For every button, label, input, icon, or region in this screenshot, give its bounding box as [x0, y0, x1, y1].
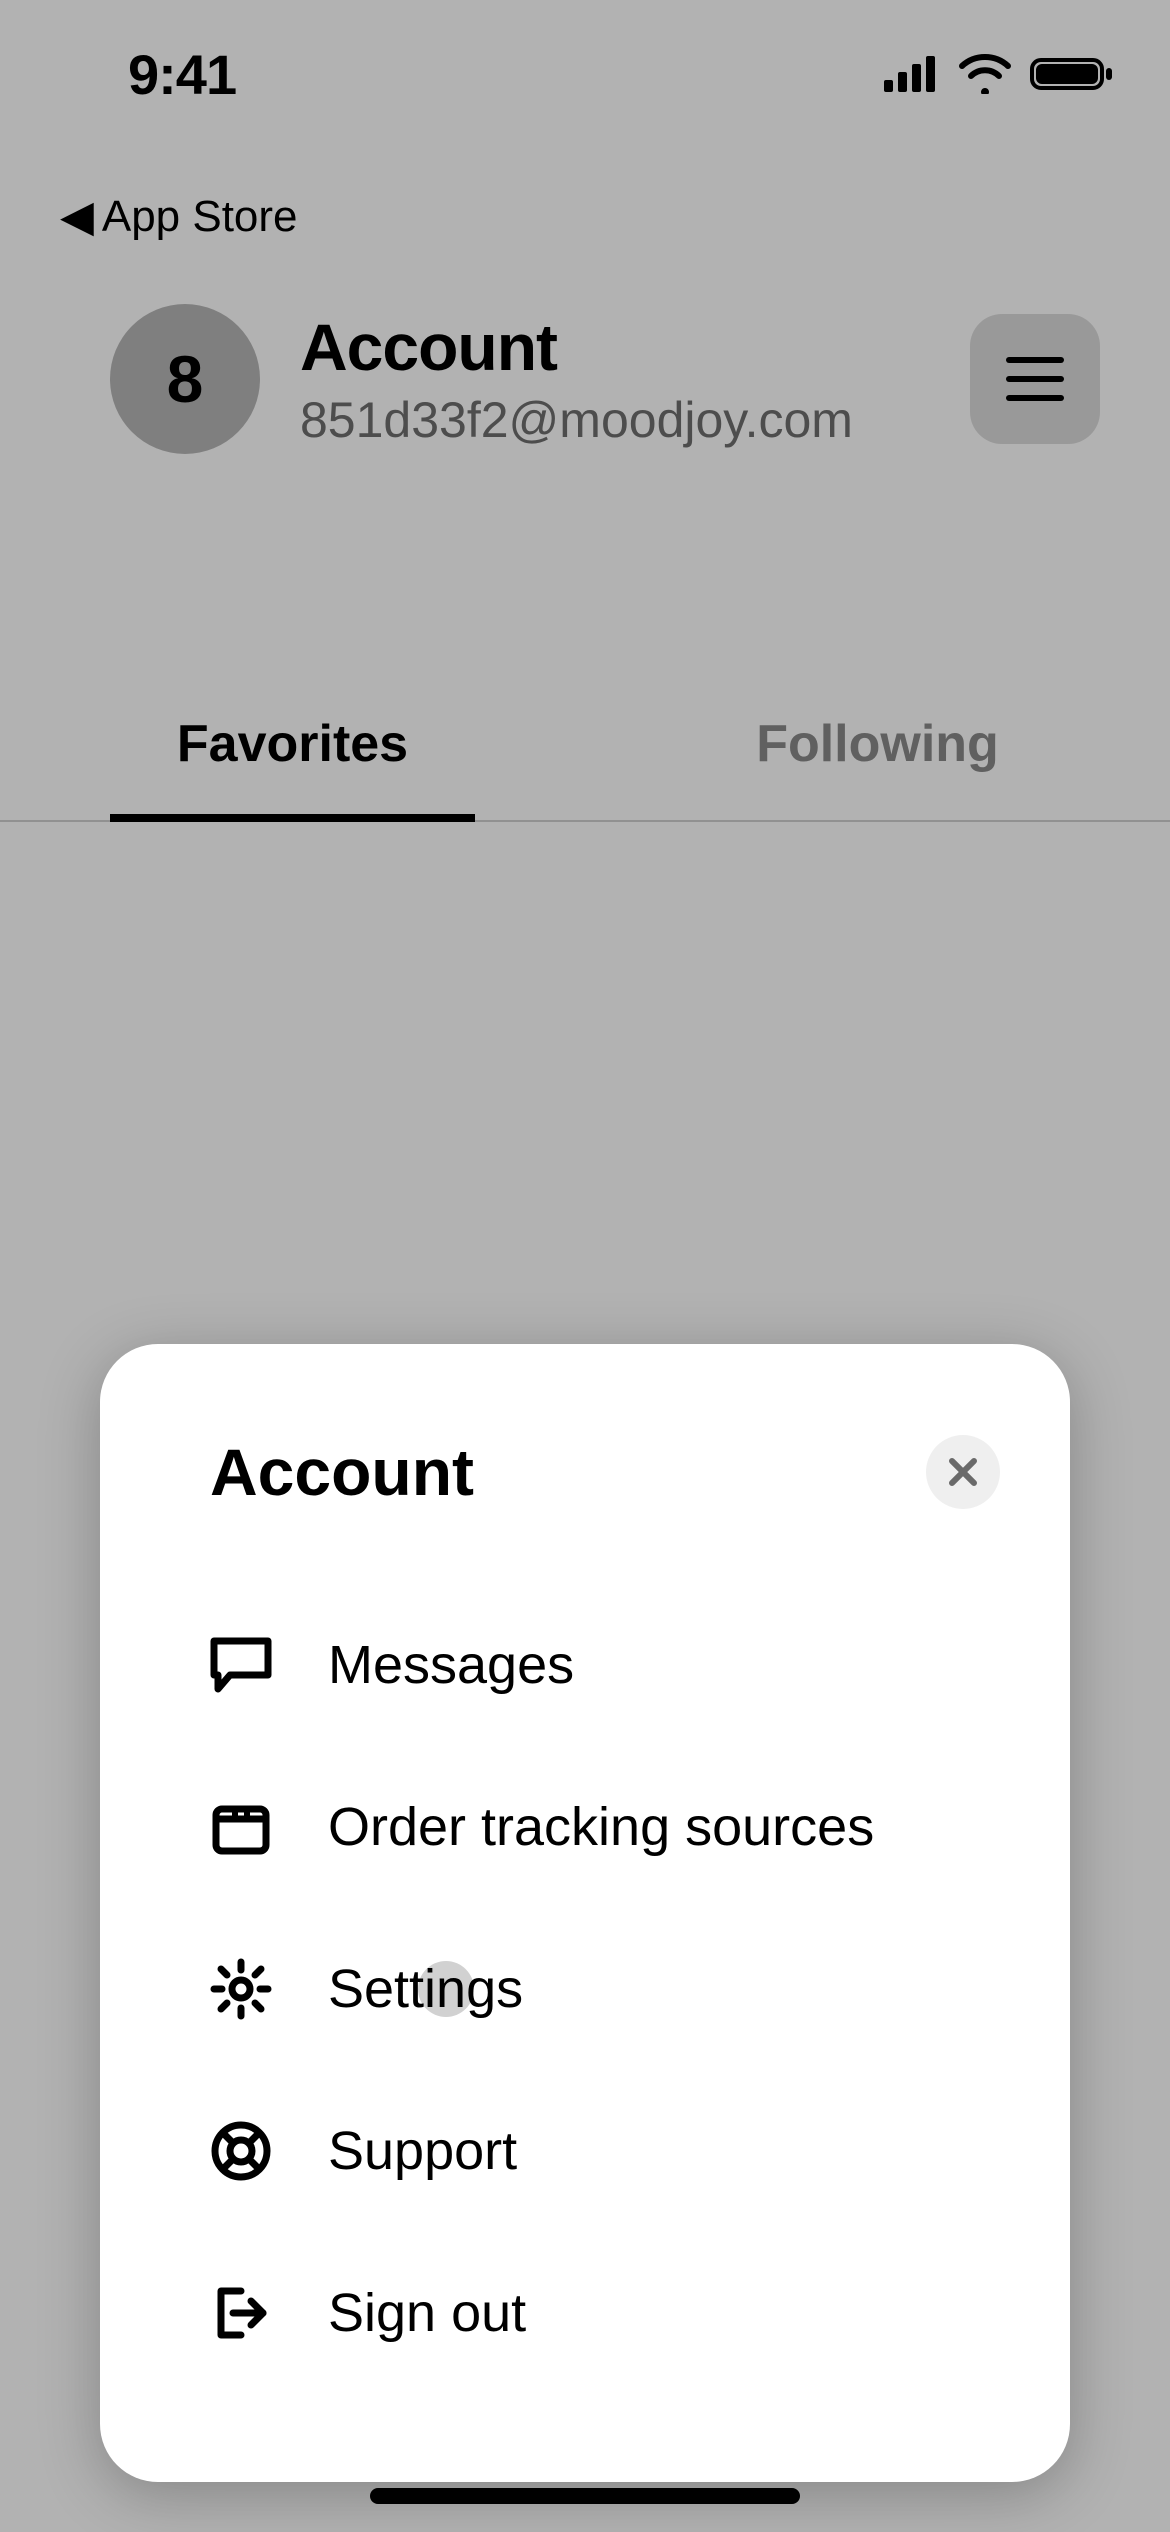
sheet-menu: Messages Order tracking sources — [100, 1584, 1070, 2394]
signout-icon — [210, 2282, 272, 2344]
menu-item-label: Sign out — [328, 2282, 526, 2344]
close-icon — [946, 1455, 980, 1489]
menu-item-messages[interactable]: Messages — [100, 1584, 1070, 1746]
menu-item-settings[interactable]: Settings — [100, 1908, 1070, 2070]
menu-item-signout[interactable]: Sign out — [100, 2232, 1070, 2394]
lifebuoy-icon — [210, 2120, 272, 2182]
sheet-title: Account — [210, 1434, 474, 1510]
gear-icon — [210, 1958, 272, 2020]
close-button[interactable] — [926, 1435, 1000, 1509]
menu-item-order-tracking[interactable]: Order tracking sources — [100, 1746, 1070, 1908]
tap-highlight — [418, 1961, 474, 2017]
home-indicator[interactable] — [370, 2488, 800, 2504]
menu-item-label: Order tracking sources — [328, 1796, 874, 1858]
menu-item-label: Support — [328, 2120, 517, 2182]
sheet-header: Account — [100, 1434, 1070, 1510]
menu-item-support[interactable]: Support — [100, 2070, 1070, 2232]
account-sheet: Account Messages — [100, 1344, 1070, 2482]
package-icon — [210, 1796, 272, 1858]
menu-item-label: Messages — [328, 1634, 574, 1696]
message-icon — [210, 1634, 272, 1696]
